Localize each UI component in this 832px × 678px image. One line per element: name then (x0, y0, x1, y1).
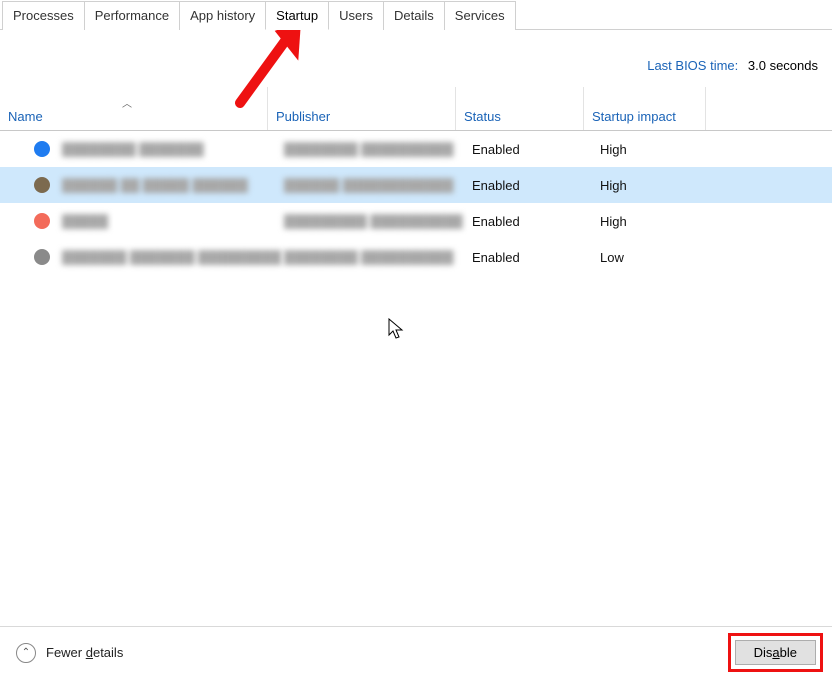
row-status: Enabled (472, 214, 600, 229)
disable-button[interactable]: Disable (735, 640, 816, 665)
row-publisher: ████████ ██████████ (284, 250, 472, 265)
column-header-publisher[interactable]: Publisher (268, 87, 456, 130)
column-header-spacer (706, 87, 832, 130)
startup-row[interactable]: ██████████████ ██████████EnabledHigh (0, 203, 832, 239)
app-icon (34, 141, 50, 157)
row-status: Enabled (472, 178, 600, 193)
tab-services[interactable]: Services (444, 1, 516, 30)
row-name: █████ (62, 214, 284, 229)
row-impact: Low (600, 250, 722, 265)
bios-time-label: Last BIOS time: (647, 58, 738, 73)
row-status: Enabled (472, 250, 600, 265)
footer-bar: ⌃ Fewer details Disable (0, 626, 832, 678)
row-impact: High (600, 214, 722, 229)
fewer-details-toggle[interactable]: ⌃ Fewer details (16, 643, 123, 663)
startup-row[interactable]: ██████ ██ █████ ████████████ ███████████… (0, 167, 832, 203)
mouse-cursor-icon (388, 318, 406, 340)
row-impact: High (600, 178, 722, 193)
row-name: ███████ ███████ █████████ (62, 250, 284, 265)
row-name: ████████ ███████ (62, 142, 284, 157)
row-publisher: ██████ ████████████ (284, 178, 472, 193)
app-icon (34, 249, 50, 265)
chevron-up-icon: ⌃ (16, 643, 36, 663)
row-impact: High (600, 142, 722, 157)
tab-processes[interactable]: Processes (2, 1, 85, 30)
column-header-status[interactable]: Status (456, 87, 584, 130)
app-icon (34, 213, 50, 229)
row-status: Enabled (472, 142, 600, 157)
bios-time-line: Last BIOS time: 3.0 seconds (0, 30, 832, 73)
fewer-details-label: Fewer details (46, 645, 123, 660)
row-name: ██████ ██ █████ ██████ (62, 178, 284, 193)
startup-row[interactable]: ████████ ███████████████ ██████████Enabl… (0, 131, 832, 167)
column-header-impact[interactable]: Startup impact (584, 87, 706, 130)
tab-performance[interactable]: Performance (84, 1, 180, 30)
tab-strip: ProcessesPerformanceApp historyStartupUs… (0, 0, 832, 30)
tab-startup[interactable]: Startup (265, 1, 329, 30)
column-header-row: ︿ Name Publisher Status Startup impact (0, 87, 832, 131)
row-publisher: ████████ ██████████ (284, 142, 472, 157)
column-header-name[interactable]: Name (0, 87, 268, 130)
row-publisher: █████████ ██████████ (284, 214, 472, 229)
startup-rows-container: ████████ ███████████████ ██████████Enabl… (0, 131, 832, 275)
tab-details[interactable]: Details (383, 1, 445, 30)
tab-app-history[interactable]: App history (179, 1, 266, 30)
tab-users[interactable]: Users (328, 1, 384, 30)
bios-time-value: 3.0 seconds (748, 58, 818, 73)
sort-indicator-icon: ︿ (122, 95, 132, 110)
startup-row[interactable]: ███████ ███████ █████████████████ ██████… (0, 239, 832, 275)
app-icon (34, 177, 50, 193)
